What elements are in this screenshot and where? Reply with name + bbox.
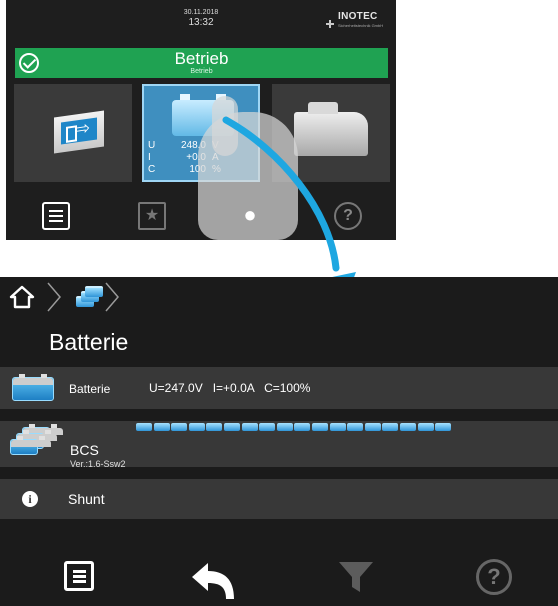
battery-cell-icon <box>364 423 381 431</box>
back-icon[interactable] <box>188 561 238 601</box>
date-label: 30.11.2018 <box>183 9 219 16</box>
bulb-icon[interactable]: ● <box>236 202 264 230</box>
battery-cell-icon <box>382 423 399 431</box>
battery-cell-icon <box>312 423 328 431</box>
row-label: Batterie <box>69 382 111 396</box>
battery-cell-icon <box>294 423 311 431</box>
list-item-shunt[interactable]: i Shunt <box>0 479 558 519</box>
device-icon <box>294 102 368 156</box>
battery-cell-icon <box>224 423 240 431</box>
status-title: Betrieb <box>174 49 229 68</box>
list-item-batterie[interactable]: Batterie U=247.0V I=+0.0A C=100% <box>0 367 558 409</box>
battery-cell-icon <box>153 423 170 431</box>
brand-subtitle: Sicherheitstechnik GmbH <box>338 23 384 28</box>
tile-luminaires[interactable] <box>14 84 132 182</box>
breadcrumb <box>0 277 558 317</box>
battery-values: U=247.0V I=+0.0A C=100% <box>149 381 311 395</box>
list-icon[interactable] <box>64 561 94 591</box>
battery-cell-icon <box>171 423 188 431</box>
time-label: 13:32 <box>188 16 214 28</box>
help-icon[interactable]: ? <box>334 202 362 230</box>
battery-icon <box>10 436 51 455</box>
top-nav-bar: ★ ● ? <box>6 192 396 240</box>
reading-label: U <box>148 140 156 151</box>
battery-group-icon[interactable] <box>76 286 103 308</box>
chevron-right-icon <box>105 282 119 312</box>
battery-cell-icon <box>241 423 258 431</box>
reading-label: I <box>148 152 151 163</box>
battery-cell-icon <box>435 423 452 431</box>
battery-cell-icon <box>136 423 152 431</box>
logo-mark-icon <box>326 20 334 28</box>
battery-cell-icon <box>259 423 276 431</box>
list-item-bcs[interactable]: BCS Ver.:1.6-Ssw2 <box>0 421 558 469</box>
chevron-right-icon <box>47 282 61 312</box>
brand-name: INOTEC <box>338 11 378 22</box>
info-icon: i <box>22 491 38 507</box>
overview-screen: 30.11.2018 13:32 INOTEC Sicherheitstechn… <box>6 0 396 240</box>
datetime: 30.11.2018 13:32 <box>166 9 236 28</box>
battery-screen: Batterie Batterie U=247.0V I=+0.0A C=100… <box>0 277 558 606</box>
list-icon[interactable] <box>42 202 70 230</box>
battery-cell-icon <box>206 423 223 431</box>
status-banner[interactable]: Betrieb Betrieb <box>15 48 388 78</box>
version-label: Ver.:1.6-Ssw2 <box>70 459 126 469</box>
battery-cell-icon <box>400 423 416 431</box>
row-label: BCS <box>70 442 99 458</box>
bottom-nav-bar: ? <box>0 547 558 606</box>
battery-cell-icon <box>188 423 205 431</box>
row-label: Shunt <box>68 491 105 507</box>
brand-logo: INOTEC Sicherheitstechnik GmbH <box>326 11 386 34</box>
battery-cells <box>136 423 456 433</box>
status-subtitle: Betrieb <box>190 68 213 75</box>
battery-cell-icon <box>417 423 434 431</box>
battery-cell-icon <box>347 423 364 431</box>
battery-cell-icon <box>276 423 293 431</box>
reading-label: C <box>148 164 156 175</box>
filter-icon[interactable] <box>338 561 374 593</box>
battery-icon <box>12 374 54 401</box>
status-bar: 30.11.2018 13:32 INOTEC Sicherheitstechn… <box>6 0 396 44</box>
page-title: Batterie <box>49 329 129 355</box>
battery-cell-icon <box>329 423 346 431</box>
exit-sign-icon <box>54 110 104 154</box>
help-icon[interactable]: ? <box>476 559 512 595</box>
home-icon[interactable] <box>9 285 35 309</box>
star-icon[interactable]: ★ <box>138 202 166 230</box>
